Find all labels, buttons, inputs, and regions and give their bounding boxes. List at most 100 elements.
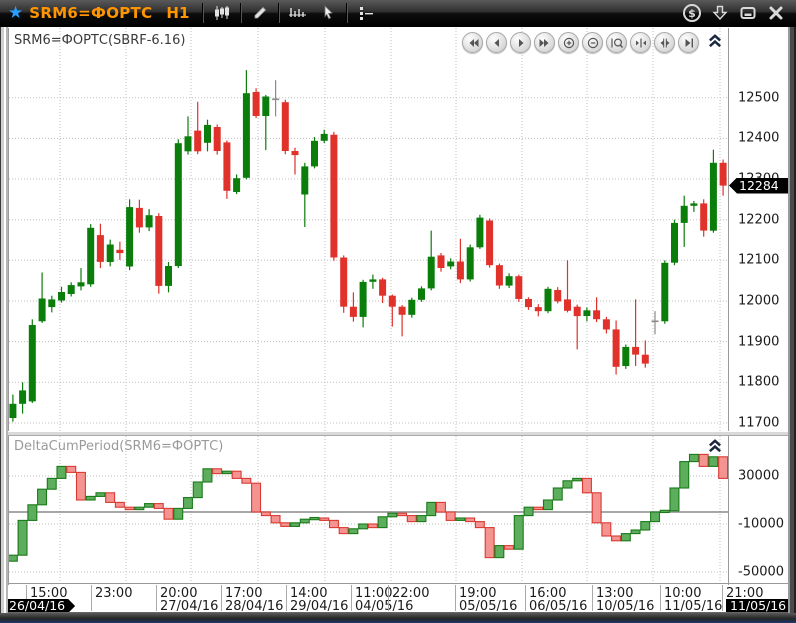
- delta-bar: [563, 481, 572, 488]
- delta-bar: [8, 555, 17, 561]
- indicators-icon[interactable]: [351, 2, 381, 24]
- candle-body: [574, 307, 581, 316]
- time-axis[interactable]: 15:0026/04/1623:0020:0027/04/1617:0028/0…: [0, 585, 788, 612]
- toolbar-separator: [202, 3, 204, 23]
- candle-body: [253, 92, 260, 116]
- candle-body: [545, 289, 552, 311]
- candle-body: [496, 265, 503, 285]
- delta-bar: [621, 534, 630, 541]
- chart-type-icon[interactable]: [207, 2, 237, 24]
- main-chart-title: SRM6=ФОРТС(SBRF-6.16): [14, 33, 185, 48]
- delta-bar: [388, 513, 397, 517]
- time-tick: [156, 585, 157, 611]
- candle-body: [282, 102, 289, 151]
- delta-bar: [368, 524, 377, 528]
- candle-body: [68, 285, 75, 294]
- price-chart-canvas[interactable]: [8, 28, 728, 431]
- delta-bar: [145, 504, 154, 508]
- market-profile-icon[interactable]: [283, 2, 313, 24]
- nav-zoom-in-button[interactable]: [558, 32, 579, 53]
- time-tick: [722, 585, 723, 611]
- nav-compress-bars-button[interactable]: [630, 32, 651, 53]
- indicator-axis-label: 30000: [738, 468, 779, 483]
- delta-bar: [417, 516, 426, 522]
- delta-bar: [203, 469, 212, 482]
- delta-bar: [86, 496, 95, 500]
- nav-go-to-end-button[interactable]: [678, 32, 699, 53]
- candle-body: [350, 307, 357, 317]
- nav-fast-back-button[interactable]: [462, 32, 483, 53]
- close-icon[interactable]: [762, 2, 790, 24]
- restore-window-icon[interactable]: [734, 2, 762, 24]
- candle-body: [223, 142, 230, 190]
- candle-body: [136, 208, 143, 228]
- candle-body: [262, 97, 269, 117]
- delta-bar: [310, 518, 319, 520]
- price-axis-label: 11700: [738, 415, 779, 430]
- candle-body: [583, 310, 590, 316]
- candle-body: [233, 178, 240, 192]
- favorite-star-icon[interactable]: ★: [8, 5, 23, 22]
- left-gutter[interactable]: [0, 27, 8, 613]
- candle-body: [107, 245, 114, 263]
- delta-bar: [553, 488, 562, 500]
- chart-left-border: [8, 28, 9, 612]
- cursor-icon[interactable]: [313, 2, 343, 24]
- delta-bar: [699, 454, 708, 466]
- candle-body: [185, 136, 192, 151]
- candle-body: [399, 307, 406, 315]
- delta-bar: [261, 512, 270, 516]
- candle-body: [661, 263, 668, 322]
- candle-body: [720, 163, 727, 186]
- delta-bar: [223, 471, 232, 473]
- panel-splitter[interactable]: [8, 431, 788, 436]
- collapse-indicator-panel-icon[interactable]: [707, 438, 723, 454]
- delta-bar: [213, 469, 222, 474]
- download-arrow-icon[interactable]: [706, 2, 734, 24]
- toolbar-separator: [346, 3, 348, 23]
- expand-bars-icon: [659, 37, 671, 49]
- candle-body: [29, 325, 36, 401]
- candle-body: [155, 216, 162, 286]
- candle-body: [97, 235, 104, 262]
- candle-body: [408, 300, 415, 315]
- price-axis-label: 12100: [738, 253, 779, 268]
- fast-forward-icon: [539, 37, 551, 49]
- candle-body: [535, 307, 542, 311]
- time-label: 23:00: [95, 586, 132, 601]
- delta-bar: [719, 457, 728, 479]
- nav-expand-bars-button[interactable]: [654, 32, 675, 53]
- delta-bar: [446, 512, 455, 520]
- delta-bar: [125, 507, 134, 509]
- candle-body: [506, 276, 513, 285]
- nav-back-button[interactable]: [486, 32, 507, 53]
- draw-pencil-icon[interactable]: [245, 2, 275, 24]
- nav-zoom-reset-button[interactable]: [606, 32, 627, 53]
- indicator-canvas[interactable]: [8, 436, 728, 583]
- toolbar-separator: [278, 3, 280, 23]
- delta-bar: [281, 523, 290, 527]
- delta-bar: [47, 478, 56, 489]
- delta-bar: [242, 478, 251, 483]
- candle-body: [243, 93, 250, 178]
- candle-body: [525, 299, 532, 307]
- nav-forward-button[interactable]: [510, 32, 531, 53]
- delta-bar: [534, 507, 543, 509]
- collapse-main-panel-icon[interactable]: [707, 33, 723, 49]
- time-tick: [286, 585, 287, 611]
- candle-body: [340, 258, 347, 307]
- delta-bar: [28, 505, 37, 521]
- delta-bar: [612, 536, 621, 541]
- time-tick: [455, 585, 456, 611]
- candle-body: [710, 163, 717, 231]
- candle-body: [671, 223, 678, 263]
- delta-bar: [485, 528, 494, 558]
- nav-zoom-out-button[interactable]: [582, 32, 603, 53]
- nav-fast-forward-button[interactable]: [534, 32, 555, 53]
- delta-bar: [690, 454, 699, 461]
- delta-bar: [602, 523, 611, 536]
- dollar-icon[interactable]: $: [678, 2, 706, 24]
- indicator-axis-label: -10000: [738, 517, 784, 532]
- timeframe-label[interactable]: H1: [166, 4, 189, 22]
- delta-bar: [378, 517, 387, 528]
